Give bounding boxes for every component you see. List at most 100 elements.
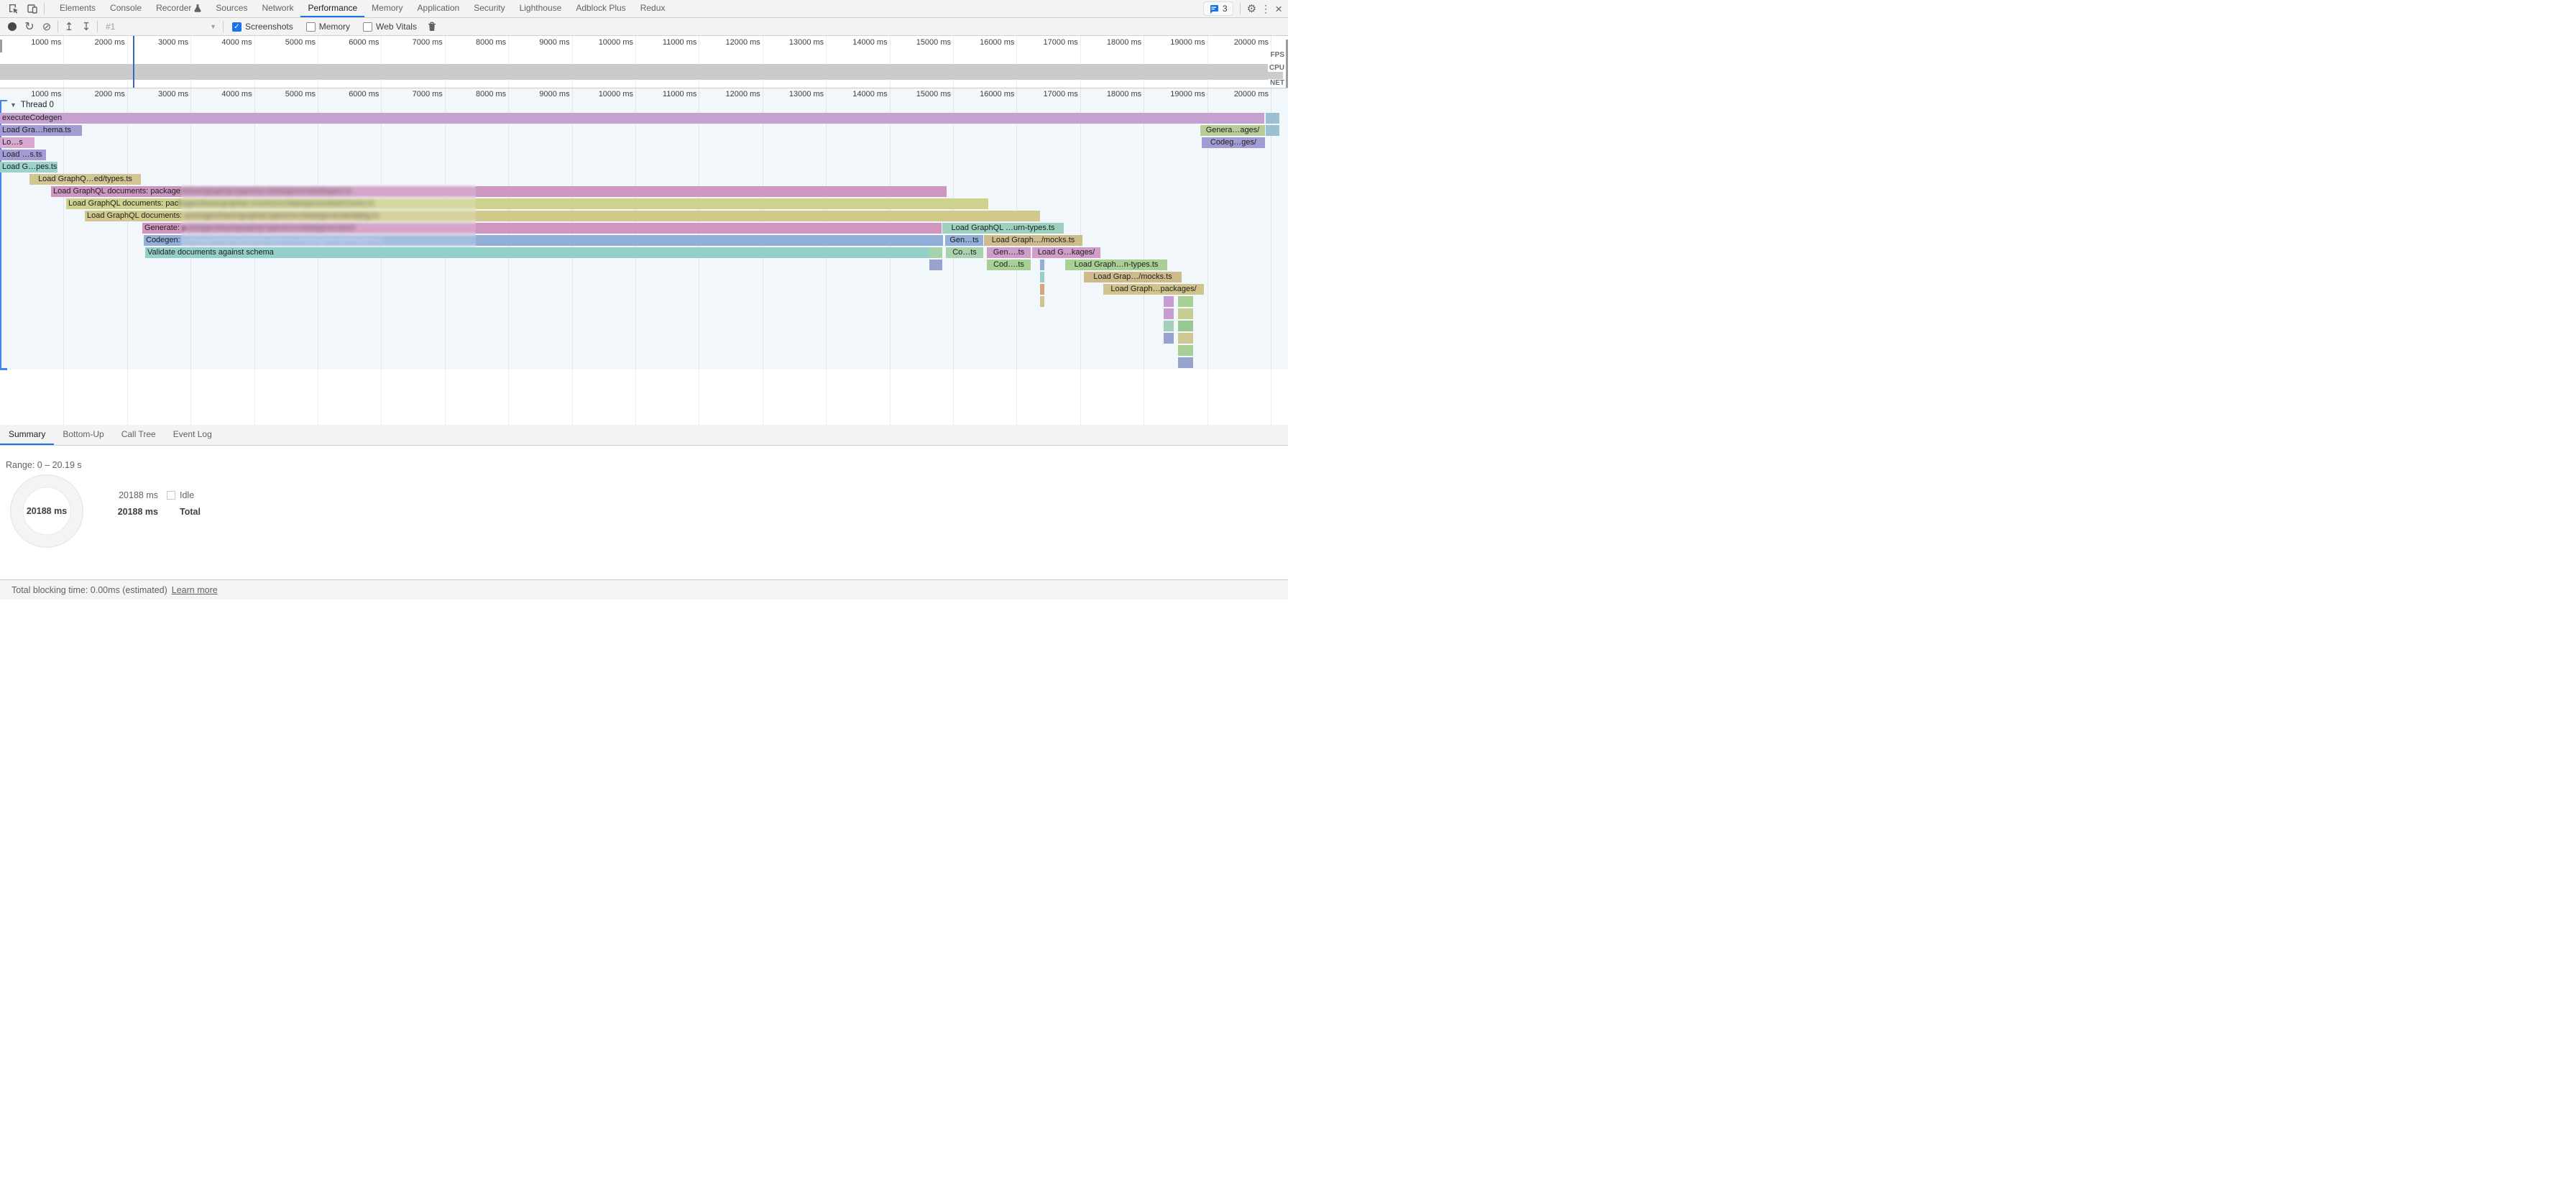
learn-more-link[interactable]: Learn more <box>172 585 218 595</box>
flame-bar-block[interactable] <box>1178 357 1193 368</box>
flame-bar-label: Load Gra…hema.ts <box>2 126 71 134</box>
flame-bar[interactable]: Gen…ts <box>945 235 983 246</box>
tab-console[interactable]: Console <box>103 0 149 17</box>
ruler-tick-label: 13000 ms <box>772 38 824 47</box>
reload-and-record-button[interactable]: ↻ <box>21 19 38 35</box>
flame-bar-label: Co…ts <box>952 248 977 257</box>
flame-bar[interactable]: executeCodegen <box>0 113 1264 124</box>
record-button[interactable] <box>4 19 21 35</box>
tab-lighthouse[interactable]: Lighthouse <box>512 0 569 17</box>
summary-tab-summary[interactable]: Summary <box>0 425 54 445</box>
flame-bar-block[interactable] <box>1178 333 1193 344</box>
tab-application[interactable]: Application <box>410 0 467 17</box>
total-blocking-time-text: Total blocking time: 0.00ms (estimated) <box>12 585 167 595</box>
divider <box>97 21 98 32</box>
flame-bar[interactable]: Cod….ts <box>987 259 1031 270</box>
summary-tab-call-tree[interactable]: Call Tree <box>113 425 165 445</box>
overview-playhead[interactable] <box>133 36 134 88</box>
tab-network[interactable]: Network <box>254 0 300 17</box>
flame-bar-label: Load GraphQL documents: pac <box>68 199 178 208</box>
garbage-collect-icon[interactable] <box>423 19 441 35</box>
flame-bar[interactable]: Load GraphQL documents: packages/base/gr… <box>51 186 947 197</box>
flame-bar-block[interactable] <box>1266 113 1279 124</box>
tab-redux[interactable]: Redux <box>633 0 673 17</box>
flame-bar[interactable]: Load GraphQ…ed/types.ts <box>29 174 141 185</box>
flame-bar-block[interactable] <box>1040 296 1044 307</box>
flame-bar[interactable]: Load …s.ts <box>0 150 46 160</box>
flame-bar-block[interactable] <box>1164 296 1174 307</box>
timeline-overview[interactable]: 1000 ms2000 ms3000 ms4000 ms5000 ms6000 … <box>0 36 1288 88</box>
thread-track-toggle[interactable]: ▼ Thread 0 <box>10 101 54 109</box>
overview-left-handle[interactable] <box>0 40 2 52</box>
flame-chart[interactable]: 1000 ms2000 ms3000 ms4000 ms5000 ms6000 … <box>0 88 1288 425</box>
kebab-menu-icon[interactable]: ⋮ <box>1261 4 1271 14</box>
flame-bar[interactable]: Lo…s <box>0 137 34 148</box>
flame-bar-block[interactable] <box>1040 259 1044 270</box>
flame-bar[interactable]: Generate: packages/base/graphql-types/sr… <box>142 223 942 234</box>
settings-gear-icon[interactable]: ⚙ <box>1247 4 1256 14</box>
tab-label: Memory <box>372 3 402 13</box>
tab-recorder[interactable]: Recorder <box>149 0 208 17</box>
tab-elements[interactable]: Elements <box>52 0 103 17</box>
checkbox-unchecked-icon[interactable] <box>363 22 372 32</box>
flame-bar[interactable]: Load Gra…hema.ts <box>0 125 82 136</box>
gridline <box>127 36 128 88</box>
tab-memory[interactable]: Memory <box>364 0 410 17</box>
save-profile-button[interactable]: ↧ <box>78 19 95 35</box>
summary-tab-bottom-up[interactable]: Bottom-Up <box>54 425 112 445</box>
flame-bar[interactable]: Load GraphQL documents: packages/base/gr… <box>85 211 1040 221</box>
flame-bar-block[interactable] <box>1178 345 1193 356</box>
flame-bar[interactable]: Codeg…ges/ <box>1202 137 1265 148</box>
flame-bar-blurred-text: ackages/base/graphql-types/src/data/gene… <box>186 223 355 234</box>
tab-label: Security <box>474 3 505 13</box>
tab-label: Adblock Plus <box>576 3 625 13</box>
checkbox-web-vitals[interactable]: Web Vitals <box>363 22 417 32</box>
tab-performance[interactable]: Performance <box>300 0 364 17</box>
flame-bar-block[interactable] <box>1266 125 1279 136</box>
flame-bar[interactable]: Co…ts <box>946 247 983 258</box>
flame-bar[interactable]: Load Graph…packages/ <box>1103 284 1204 295</box>
idle-swatch <box>167 491 175 500</box>
tab-security[interactable]: Security <box>466 0 512 17</box>
close-devtools-icon[interactable]: × <box>1275 3 1282 15</box>
flame-bar[interactable]: Load GraphQL documents: packages/base/gr… <box>66 198 988 209</box>
flame-bar[interactable]: Load Grap…/mocks.ts <box>1084 272 1182 282</box>
checkbox-memory[interactable]: Memory <box>306 22 350 32</box>
checkbox-screenshots[interactable]: ✓Screenshots <box>232 22 293 32</box>
issues-button[interactable]: 3 <box>1203 1 1233 16</box>
flame-bar-block[interactable] <box>1040 272 1044 282</box>
flame-bar[interactable]: Load G…pes.ts <box>0 162 58 173</box>
legend-value: 20188 ms <box>114 490 158 500</box>
overview-right-handle[interactable] <box>1286 40 1288 88</box>
checkbox-checked-icon[interactable]: ✓ <box>232 22 242 32</box>
inspect-element-icon[interactable] <box>4 0 23 17</box>
flame-bar-block[interactable] <box>929 259 942 270</box>
flame-bar-block[interactable] <box>1164 308 1174 319</box>
flame-bar[interactable]: Load GraphQL …urn-types.ts <box>942 223 1064 234</box>
flame-bar-block[interactable] <box>929 247 942 258</box>
flame-bar[interactable]: Codegen: packages/base/graphql-types/src… <box>144 235 943 246</box>
flame-bar[interactable]: Gen….ts <box>987 247 1031 258</box>
flame-bar-block[interactable] <box>1040 284 1044 295</box>
flame-bar-block[interactable] <box>1178 321 1193 331</box>
summary-tab-bar: SummaryBottom-UpCall TreeEvent Log <box>0 425 1288 446</box>
load-profile-button[interactable]: ↥ <box>60 19 78 35</box>
flame-bar[interactable]: Genera…ages/ <box>1200 125 1265 136</box>
flame-bar[interactable]: Load G…kages/ <box>1032 247 1100 258</box>
flame-bar-block[interactable] <box>1164 333 1174 344</box>
tab-adblock-plus[interactable]: Adblock Plus <box>569 0 632 17</box>
tab-sources[interactable]: Sources <box>208 0 254 17</box>
gridline <box>635 36 636 88</box>
history-dropdown[interactable]: #1 ▼ <box>100 19 221 34</box>
clear-button[interactable]: ⊘ <box>38 19 55 35</box>
summary-tab-event-log[interactable]: Event Log <box>165 425 221 445</box>
flame-bar-block[interactable] <box>1178 296 1193 307</box>
flame-bar[interactable]: Load Graph…n-types.ts <box>1065 259 1167 270</box>
flame-bar-block[interactable] <box>1178 308 1193 319</box>
checkbox-unchecked-icon[interactable] <box>306 22 316 32</box>
device-toolbar-icon[interactable] <box>23 0 42 17</box>
tab-label: Network <box>262 3 293 13</box>
flame-bar-block[interactable] <box>1164 321 1174 331</box>
flame-bar[interactable]: Validate documents against schema <box>145 247 929 258</box>
flame-bar[interactable]: Load Graph…/mocks.ts <box>984 235 1082 246</box>
